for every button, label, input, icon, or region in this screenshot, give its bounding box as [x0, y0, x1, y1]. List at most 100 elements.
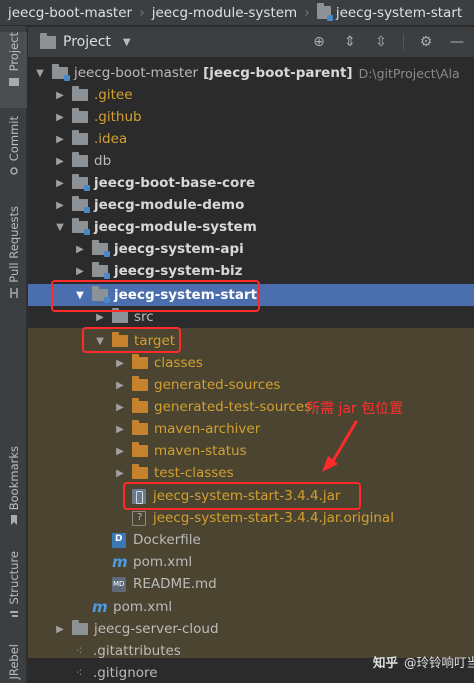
tree-row-classes[interactable]: ▶ classes [28, 352, 474, 374]
tree-label: jeecg-system-biz [114, 263, 243, 279]
chevron-right-icon[interactable]: ▶ [74, 244, 86, 255]
tree-row-maven-status[interactable]: ▶ maven-status [28, 440, 474, 462]
excluded-folder-icon [132, 354, 148, 369]
chevron-down-icon[interactable]: ▼ [34, 68, 46, 79]
breadcrumb-item-module-system[interactable]: jeecg-module-system [152, 5, 298, 21]
unknown-file-icon [132, 510, 146, 526]
breadcrumb-item-root[interactable]: jeecg-boot-master [8, 5, 132, 21]
tree-row-pom-start[interactable]: m pom.xml [28, 551, 474, 573]
tree-row-system-biz[interactable]: ▶ jeecg-system-biz [28, 260, 474, 282]
excluded-folder-icon [132, 442, 148, 457]
chevron-right-icon[interactable]: ▶ [54, 156, 66, 167]
module-folder-icon [92, 240, 110, 257]
excluded-folder-icon [132, 376, 148, 391]
tree-label: README.md [133, 576, 217, 592]
folder-icon [72, 108, 88, 123]
chevron-right-icon[interactable]: ▶ [114, 468, 126, 479]
tree-row-jar-original[interactable]: jeecg-system-start-3.4.4.jar.original [28, 507, 474, 529]
panel-toolbar: ⊕ ⇕ ⇳ ⚙ — [310, 27, 466, 57]
chevron-right-icon[interactable]: ▶ [114, 380, 126, 391]
chevron-right-icon[interactable]: ▶ [54, 90, 66, 101]
tree-label: jeecg-module-system [94, 219, 257, 235]
settings-icon[interactable]: ⚙ [417, 34, 435, 50]
toolbar-divider [403, 34, 404, 50]
git-file-icon: ⁖ [75, 644, 83, 658]
tree-label: .gitee [94, 87, 133, 103]
tree-row-module-demo[interactable]: ▶ jeecg-module-demo [28, 194, 474, 216]
breadcrumb-item-system-start[interactable]: jeecg-system-start [316, 3, 462, 21]
chevron-right-icon[interactable]: ▶ [114, 402, 126, 413]
module-folder-icon [72, 174, 90, 191]
chevron-right-icon[interactable]: ▶ [114, 358, 126, 369]
chevron-right-icon[interactable]: ▶ [54, 134, 66, 145]
tree-row-base-core[interactable]: ▶ jeecg-boot-base-core [28, 172, 474, 194]
tool-tab-commit[interactable]: Commit [0, 116, 27, 208]
tree-row-module-system[interactable]: ▼ jeecg-module-system [28, 216, 474, 238]
tree-label: generated-test-sources [154, 399, 312, 415]
collapse-all-icon[interactable]: ⇳ [372, 34, 390, 50]
commit-icon [9, 167, 18, 175]
tool-tab-project[interactable]: Project [0, 32, 27, 108]
excluded-folder-icon [132, 398, 148, 413]
watermark: 知乎 @玲铃响叮当 [373, 652, 474, 671]
chevron-down-icon[interactable]: ▼ [54, 222, 66, 233]
breadcrumb-separator: › [304, 4, 310, 21]
panel-title[interactable]: Project [63, 34, 111, 50]
tree-label: jeecg-system-api [114, 241, 244, 257]
tool-tab-pull-requests[interactable]: Pull Requests [0, 206, 27, 306]
tree-row-gitee[interactable]: ▶ .gitee [28, 84, 474, 106]
tree-row-maven-archiver[interactable]: ▶ maven-archiver [28, 418, 474, 440]
tree-row-system-api[interactable]: ▶ jeecg-system-api [28, 238, 474, 260]
chevron-right-icon[interactable]: ▶ [114, 424, 126, 435]
minimize-icon[interactable]: — [448, 34, 466, 50]
folder-icon [72, 152, 88, 167]
annotation-box-target [82, 327, 181, 353]
chevron-right-icon[interactable]: ▶ [114, 446, 126, 457]
tree-row-server-cloud[interactable]: ▶ jeecg-server-cloud [28, 618, 474, 640]
maven-icon: m [92, 598, 108, 616]
chevron-right-icon[interactable]: ▶ [54, 178, 66, 189]
bookmark-icon [10, 515, 17, 526]
tool-tab-label: Commit [6, 116, 21, 162]
module-folder-icon [92, 262, 110, 279]
module-folder-icon [316, 3, 333, 21]
tree-row-github[interactable]: ▶ .github [28, 106, 474, 128]
chevron-right-icon[interactable]: ▶ [94, 312, 106, 323]
tool-tab-label: Bookmarks [6, 446, 21, 511]
tree-row-pom-system[interactable]: m pom.xml [28, 596, 474, 618]
tree-row-db[interactable]: ▶ db [28, 150, 474, 172]
tree-label: maven-status [154, 443, 247, 459]
folder-icon [72, 620, 88, 635]
breadcrumb-separator: › [139, 4, 145, 21]
tree-label: jeecg-system-start-3.4.4.jar.original [153, 510, 394, 526]
tree-row-dockerfile[interactable]: Dockerfile [28, 529, 474, 551]
locate-icon[interactable]: ⊕ [310, 34, 328, 50]
annotation-text: 所需 jar 包位置 [306, 401, 404, 417]
tool-tab-structure[interactable]: Structure [0, 551, 27, 637]
chevron-right-icon[interactable]: ▶ [54, 112, 66, 123]
folder-icon [72, 86, 88, 101]
tool-tab-jrebel[interactable]: JRebel [0, 644, 27, 683]
expand-all-icon[interactable]: ⇕ [341, 34, 359, 50]
tree-label: jeecg-module-demo [94, 197, 245, 213]
chevron-right-icon[interactable]: ▶ [74, 266, 86, 277]
tool-tab-bookmarks[interactable]: Bookmarks [0, 446, 27, 536]
tree-label: .idea [94, 131, 128, 147]
tree-row-readme[interactable]: README.md [28, 573, 474, 595]
tree-row-generated-test-sources[interactable]: ▶ generated-test-sources [28, 396, 474, 418]
tree-row-root[interactable]: ▼ jeecg-boot-master [jeecg-boot-parent] … [28, 62, 474, 84]
watermark-site: 知乎 [373, 655, 399, 670]
tree-row-test-classes[interactable]: ▶ test-classes [28, 462, 474, 484]
tree-label: jeecg-boot-base-core [94, 175, 256, 191]
tree-label: maven-archiver [154, 421, 261, 437]
tree-label: pom.xml [113, 599, 173, 615]
tree-row-generated-sources[interactable]: ▶ generated-sources [28, 374, 474, 396]
chevron-right-icon[interactable]: ▶ [54, 624, 66, 635]
chevron-right-icon[interactable]: ▶ [54, 200, 66, 211]
tree-row-idea[interactable]: ▶ .idea [28, 128, 474, 150]
module-folder-icon [72, 218, 90, 235]
tool-tab-label: JRebel [6, 644, 21, 680]
chevron-down-icon[interactable]: ▼ [123, 37, 131, 48]
folder-icon [112, 308, 128, 323]
annotation-box-system-start [51, 280, 260, 312]
